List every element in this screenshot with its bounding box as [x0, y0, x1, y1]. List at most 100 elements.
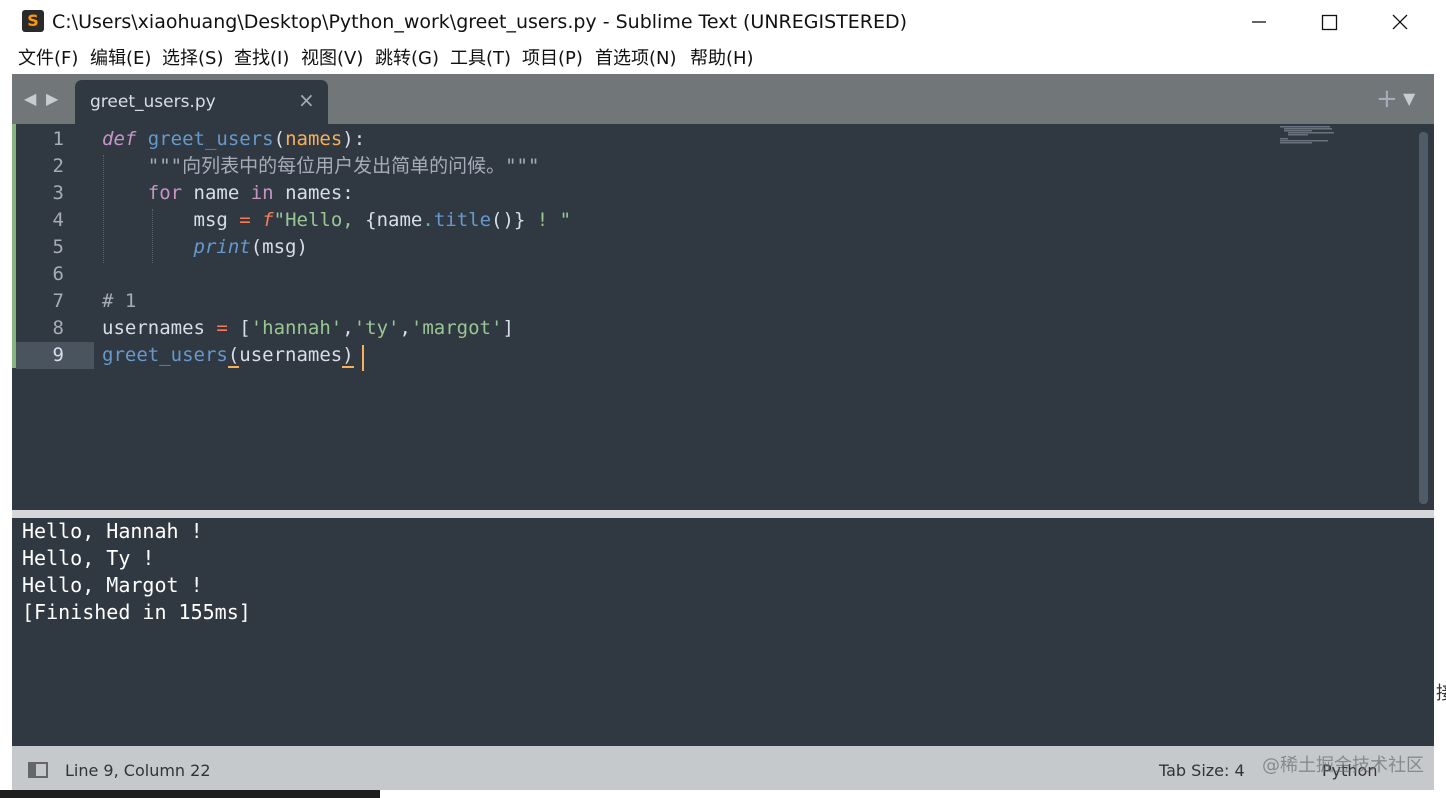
operator: = — [227, 209, 263, 231]
output-line: Hello, Hannah ! — [22, 519, 203, 543]
menu-find[interactable]: 查找(I) — [234, 46, 289, 72]
maximize-icon — [1321, 14, 1338, 31]
menu-help[interactable]: 帮助(H) — [690, 46, 754, 72]
text-cursor — [362, 345, 364, 371]
comment: # 1 — [102, 290, 137, 312]
call-args: (msg) — [250, 236, 308, 258]
string: 'hannah' — [250, 317, 343, 339]
tab-label: greet_users.py — [90, 92, 216, 112]
cursor-position: Line 9, Column 22 — [65, 761, 211, 780]
tab-next-arrow-icon[interactable]: ▶ — [46, 88, 58, 110]
docstring-text: 向列表中的每位用户发出简单的问候。 — [182, 155, 506, 177]
line-number-current: 9 — [52, 344, 64, 366]
variable: msg — [193, 209, 228, 231]
function-call: greet_users — [102, 344, 228, 366]
minimap[interactable] — [1278, 126, 1348, 160]
loop-var: name — [182, 182, 251, 204]
menu-bar: 文件(F) 编辑(E) 选择(S) 查找(I) 视图(V) 跳转(G) 工具(T… — [0, 44, 1446, 74]
window-title: C:\Users\xiaohuang\Desktop\Python_work\g… — [52, 11, 908, 33]
code-line-4: msg = f"Hello, {name.title()} ! " — [102, 207, 572, 234]
bracket: [ — [239, 317, 251, 339]
matched-paren: ( — [227, 344, 240, 368]
keyword-def: def — [102, 128, 137, 150]
menu-preferences[interactable]: 首选项(N) — [595, 46, 677, 72]
menu-view[interactable]: 视图(V) — [301, 46, 363, 72]
menu-goto[interactable]: 跳转(G) — [375, 46, 439, 72]
tab-close-icon[interactable]: × — [298, 88, 315, 112]
background-text-fragment: 接 — [1436, 683, 1446, 704]
code-line-1: def greet_users(names): — [102, 126, 365, 153]
build-output-panel — [12, 518, 1434, 746]
output-line: Hello, Margot ! — [22, 573, 203, 597]
keyword-for: for — [147, 182, 183, 204]
paren-colon: ): — [342, 128, 366, 150]
expression: name — [376, 209, 423, 231]
panel-splitter[interactable] — [12, 510, 1434, 518]
builtin-print: print — [193, 236, 251, 258]
minimize-icon — [1252, 21, 1266, 23]
function-name: greet_users — [147, 128, 274, 150]
matched-paren: ) — [342, 344, 354, 368]
line-number: 5 — [52, 236, 64, 258]
docstring-quote: """ — [505, 155, 540, 177]
line-number: 6 — [52, 263, 64, 285]
line-number: 7 — [52, 290, 64, 312]
operator: = — [204, 317, 240, 339]
paren: ( — [273, 128, 286, 150]
loop-iterable: names: — [273, 182, 354, 204]
show-panel-icon[interactable] — [28, 762, 48, 778]
string: "Hello, — [273, 209, 366, 231]
bracket: ] — [502, 317, 514, 339]
line-number: 4 — [52, 209, 64, 231]
maximize-button[interactable] — [1294, 0, 1364, 44]
string: 'margot' — [410, 317, 503, 339]
code-line-8: usernames = ['hannah','ty','margot'] — [102, 315, 514, 342]
output-line: Hello, Ty ! — [22, 546, 155, 570]
code-line-7: # 1 — [102, 288, 136, 315]
code-line-9: greet_users(usernames) — [102, 342, 354, 369]
close-icon — [1392, 14, 1408, 30]
brace: } — [513, 209, 526, 231]
minimize-button[interactable] — [1224, 0, 1294, 44]
menu-edit[interactable]: 编辑(E) — [90, 46, 151, 72]
taskbar-strip — [0, 790, 380, 798]
code-line-2: """向列表中的每位用户发出简单的问候。""" — [102, 153, 540, 180]
comma: , — [342, 317, 354, 339]
line-number: 2 — [52, 155, 64, 177]
docstring-quote: """ — [147, 155, 183, 177]
menu-project[interactable]: 项目(P) — [522, 46, 583, 72]
string: ! " — [525, 209, 572, 231]
menu-tools[interactable]: 工具(T) — [450, 46, 511, 72]
line-number: 1 — [52, 128, 64, 150]
line-number: 3 — [52, 182, 64, 204]
string: 'ty' — [353, 317, 400, 339]
variable: usernames — [102, 317, 205, 339]
code-line-5: print(msg) — [102, 234, 308, 261]
menu-file[interactable]: 文件(F) — [18, 46, 78, 72]
tab-list-dropdown-icon[interactable]: ▼ — [1403, 88, 1415, 110]
argument: usernames — [239, 344, 343, 366]
output-line: [Finished in 155ms] — [22, 600, 251, 624]
close-window-button[interactable] — [1364, 0, 1434, 44]
sublime-text-icon — [22, 10, 44, 32]
call-parens: () — [491, 209, 514, 231]
vertical-scrollbar[interactable] — [1419, 132, 1428, 504]
new-tab-plus-icon[interactable]: + — [1376, 84, 1398, 114]
code-line-3: for name in names: — [102, 180, 354, 207]
method: title — [433, 209, 492, 231]
brace: { — [365, 209, 377, 231]
tab-prev-arrow-icon[interactable]: ◀ — [24, 88, 36, 110]
keyword-in: in — [250, 182, 274, 204]
comma: , — [399, 317, 411, 339]
menu-selection[interactable]: 选择(S) — [162, 46, 223, 72]
tab-size-selector[interactable]: Tab Size: 4 — [1159, 759, 1245, 783]
parameter: names — [285, 128, 343, 150]
watermark: @稀土掘金技术社区 — [1262, 755, 1424, 776]
dot: . — [422, 209, 434, 231]
line-number: 8 — [52, 317, 64, 339]
fstring-prefix: f — [262, 209, 274, 231]
